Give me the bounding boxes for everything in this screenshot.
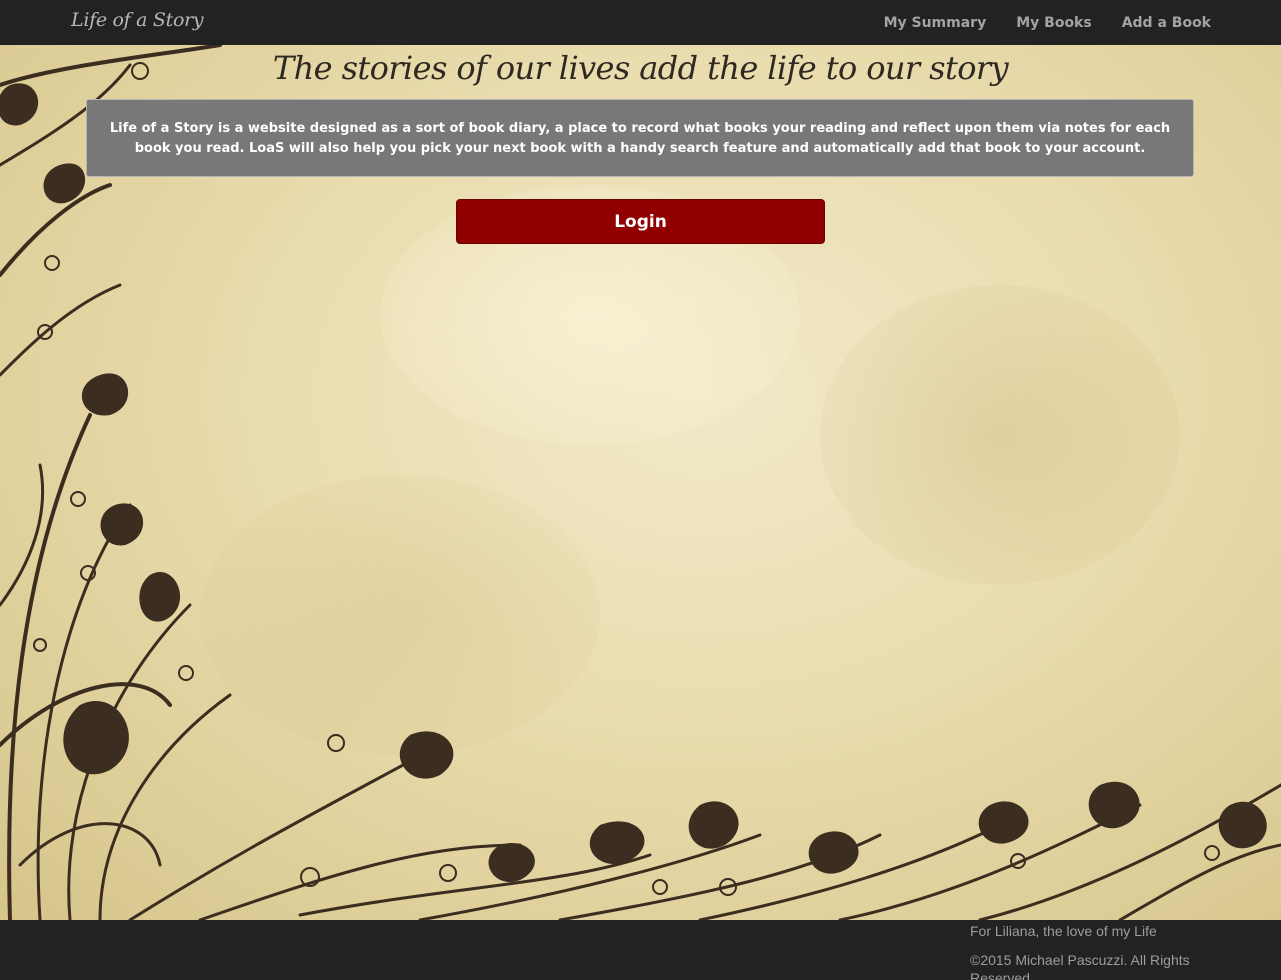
footer-copyright: ©2015 Michael Pascuzzi. All Rights Reser…: [970, 952, 1190, 980]
login-button[interactable]: Login: [456, 199, 825, 244]
parchment-background: The stories of our lives add the life to…: [0, 45, 1281, 920]
nav-link-my-summary[interactable]: My Summary: [884, 15, 987, 31]
nav-links: My Summary My Books Add a Book: [884, 0, 1211, 45]
intro-description-box: Life of a Story is a website designed as…: [86, 99, 1194, 177]
page-headline: The stories of our lives add the life to…: [272, 49, 1009, 87]
footer-dedication: For Liliana, the love of my Life: [970, 923, 1157, 939]
nav-link-my-books[interactable]: My Books: [1016, 15, 1091, 31]
top-navbar: Life of a Story My Summary My Books Add …: [0, 0, 1281, 45]
brand-logo[interactable]: Life of a Story: [71, 9, 204, 31]
footer: For Liliana, the love of my Life ©2015 M…: [0, 920, 1281, 980]
nav-link-add-a-book[interactable]: Add a Book: [1122, 15, 1211, 31]
footer-text: For Liliana, the love of my Life ©2015 M…: [970, 922, 1210, 980]
